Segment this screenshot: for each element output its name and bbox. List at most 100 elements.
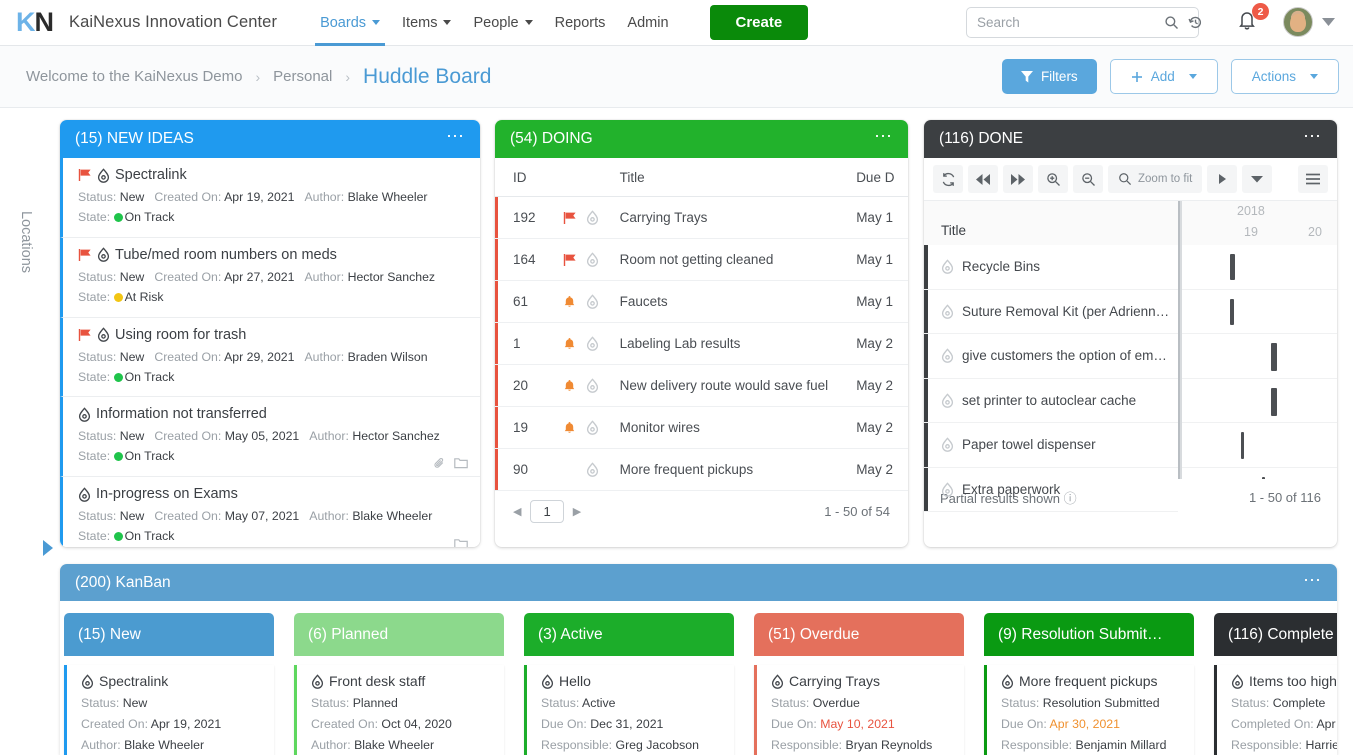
doing-cell-id: 19: [495, 406, 558, 449]
status-label: Status:: [78, 349, 117, 364]
kanban-card[interactable]: Hello Status: Active Due On: Dec 31, 2021 R…: [524, 665, 734, 755]
zoom-out-icon[interactable]: [1073, 165, 1103, 193]
prev-page-icon[interactable]: ◀: [513, 505, 521, 518]
new-ideas-card[interactable]: Using room for trash Status: New Created O…: [60, 317, 480, 398]
kanban-column-header[interactable]: (9) Resolution Submit…: [984, 613, 1194, 656]
gantt-col-title[interactable]: Title: [924, 201, 1178, 245]
kanban-card[interactable]: Items too high onStatus: CompleteComplet…: [1214, 665, 1337, 755]
notifications-button[interactable]: 2: [1236, 3, 1269, 36]
doing-table-row[interactable]: 164 Room not getting cleaned May 1: [495, 238, 908, 281]
zoom-in-icon[interactable]: [1038, 165, 1068, 193]
new-ideas-card[interactable]: In-progress on Exams Status: New Created O…: [60, 477, 480, 547]
actions-button[interactable]: Actions: [1230, 59, 1339, 94]
gantt-task-row[interactable]: Suture Removal Kit (per Adrienn…: [924, 289, 1178, 334]
search-history-icon[interactable]: [1188, 15, 1203, 30]
chevron-down-icon[interactable]: [1242, 165, 1273, 193]
gantt-bar[interactable]: [1240, 432, 1244, 459]
panel-kanban-menu-icon[interactable]: ⋯: [1303, 571, 1322, 589]
kanban-column-header[interactable]: (6) Planned: [294, 613, 504, 656]
kanban-card[interactable]: Carrying Trays Status: Overdue Due On: May…: [754, 665, 964, 755]
doing-col-due-date[interactable]: Due D: [838, 158, 908, 197]
rewind-icon[interactable]: [968, 165, 998, 193]
gantt-task-row[interactable]: set printer to autoclear cache: [924, 378, 1178, 423]
breadcrumb-root[interactable]: Welcome to the KaiNexus Demo: [26, 68, 242, 85]
paperclip-icon[interactable]: [433, 457, 446, 470]
new-ideas-card[interactable]: Information not transferred Status: New Cr…: [60, 397, 480, 478]
new-ideas-card[interactable]: Tube/med room numbers on meds Status: New…: [60, 237, 480, 318]
doing-table-row[interactable]: 90 More frequent pickups May 2: [495, 448, 908, 491]
doing-cell-title[interactable]: Monitor wires: [601, 406, 839, 449]
doing-cell-title[interactable]: More frequent pickups: [601, 448, 839, 491]
doing-col-title[interactable]: Title: [601, 158, 839, 197]
doing-col-id[interactable]: ID: [495, 158, 558, 197]
refresh-icon[interactable]: [933, 165, 963, 193]
zoom-to-fit-button[interactable]: Zoom to fit: [1108, 165, 1203, 193]
new-ideas-card[interactable]: Spectralink Status: New Created On: Apr 19…: [60, 158, 480, 238]
play-icon[interactable]: [1207, 165, 1238, 193]
add-button[interactable]: Add: [1109, 59, 1218, 94]
gantt-bar[interactable]: [1261, 476, 1265, 479]
expand-locations-arrow-icon[interactable]: [43, 540, 53, 556]
doing-cell-title[interactable]: Room not getting cleaned: [601, 238, 839, 281]
state-dot-icon: [113, 372, 123, 382]
fast-forward-icon[interactable]: [1003, 165, 1033, 193]
doing-table-row[interactable]: 1 Labeling Lab results May 2: [495, 322, 908, 365]
gantt-bar[interactable]: [1271, 343, 1278, 371]
doing-table-row[interactable]: 19 Monitor wires May 2: [495, 406, 908, 449]
gantt-task-row[interactable]: Paper towel dispenser: [924, 423, 1178, 468]
kanban-column-header[interactable]: (15) New: [64, 613, 274, 656]
panel-done-menu-icon[interactable]: ⋯: [1303, 127, 1322, 145]
doing-cell-type-icon: [579, 364, 602, 407]
gantt-bar[interactable]: [1230, 254, 1235, 280]
filters-button[interactable]: Filters: [1001, 59, 1097, 94]
nav-item-people[interactable]: People: [462, 0, 543, 46]
doing-cell-mark: [557, 280, 580, 323]
kanban-column-header[interactable]: (3) Active: [524, 613, 734, 656]
search-box[interactable]: [966, 7, 1202, 38]
kanban-card[interactable]: Front desk staff Status: Planned Created O…: [294, 665, 504, 755]
search-input[interactable]: [967, 8, 1164, 37]
meta-value: Benjamin Millard: [1075, 738, 1167, 753]
nav-item-admin[interactable]: Admin: [616, 0, 679, 46]
created-value: May 05, 2021: [224, 429, 300, 444]
kanban-card[interactable]: More frequent pickups Status: Resolution …: [984, 665, 1194, 755]
improvement-drop-icon: [941, 393, 954, 408]
gantt-timeline[interactable]: 2018 19 20: [1180, 201, 1337, 479]
kanban-card[interactable]: Spectralink Status: New Created On: Apr 19…: [64, 665, 274, 755]
nav-item-items[interactable]: Items: [391, 0, 462, 46]
plus-icon: [1131, 71, 1143, 83]
user-menu-chevron-down-icon[interactable]: [1322, 18, 1335, 27]
doing-cell-title[interactable]: Labeling Lab results: [601, 322, 839, 365]
nav-item-boards[interactable]: Boards: [309, 0, 391, 46]
gantt-bar[interactable]: [1230, 298, 1235, 325]
nav-item-reports[interactable]: Reports: [544, 0, 617, 46]
panel-new-ideas-menu-icon[interactable]: ⋯: [446, 127, 465, 145]
create-button[interactable]: Create: [709, 5, 809, 40]
kainexus-logo[interactable]: KN: [16, 9, 54, 36]
search-icon[interactable]: [1164, 15, 1179, 30]
author-label: Author:: [304, 190, 345, 204]
gantt-task-row[interactable]: Recycle Bins: [924, 245, 1178, 290]
page-number-input[interactable]: 1: [530, 500, 564, 523]
gantt-task-row[interactable]: Extra paperwork: [924, 467, 1178, 512]
panel-doing-menu-icon[interactable]: ⋯: [874, 127, 893, 145]
doing-table-row[interactable]: 61 Faucets May 1: [495, 280, 908, 323]
doing-cell-due-date: May 2: [838, 322, 908, 365]
kanban-column-header[interactable]: (51) Overdue: [754, 613, 964, 656]
doing-cell-due-date: May 2: [838, 448, 908, 491]
doing-cell-title[interactable]: New delivery route would save fuel: [601, 364, 839, 407]
kanban-column: (15) New Spectralink Status: New Created On…: [64, 613, 274, 755]
folder-icon[interactable]: [454, 457, 468, 470]
kanban-column-header[interactable]: (116) Complete: [1214, 613, 1337, 656]
doing-table-row[interactable]: 192 Carrying Trays May 1: [495, 196, 908, 239]
breadcrumb-parent[interactable]: Personal: [273, 68, 332, 85]
user-avatar[interactable]: [1283, 7, 1313, 37]
folder-icon[interactable]: [454, 538, 468, 547]
doing-table-row[interactable]: 20 New delivery route would save fuel May …: [495, 364, 908, 407]
menu-icon[interactable]: [1298, 165, 1328, 193]
gantt-task-row[interactable]: give customers the option of em…: [924, 334, 1178, 379]
gantt-bar[interactable]: [1271, 387, 1278, 416]
doing-cell-title[interactable]: Faucets: [601, 280, 839, 323]
next-page-icon[interactable]: ▶: [573, 505, 581, 518]
doing-cell-title[interactable]: Carrying Trays: [601, 196, 839, 239]
